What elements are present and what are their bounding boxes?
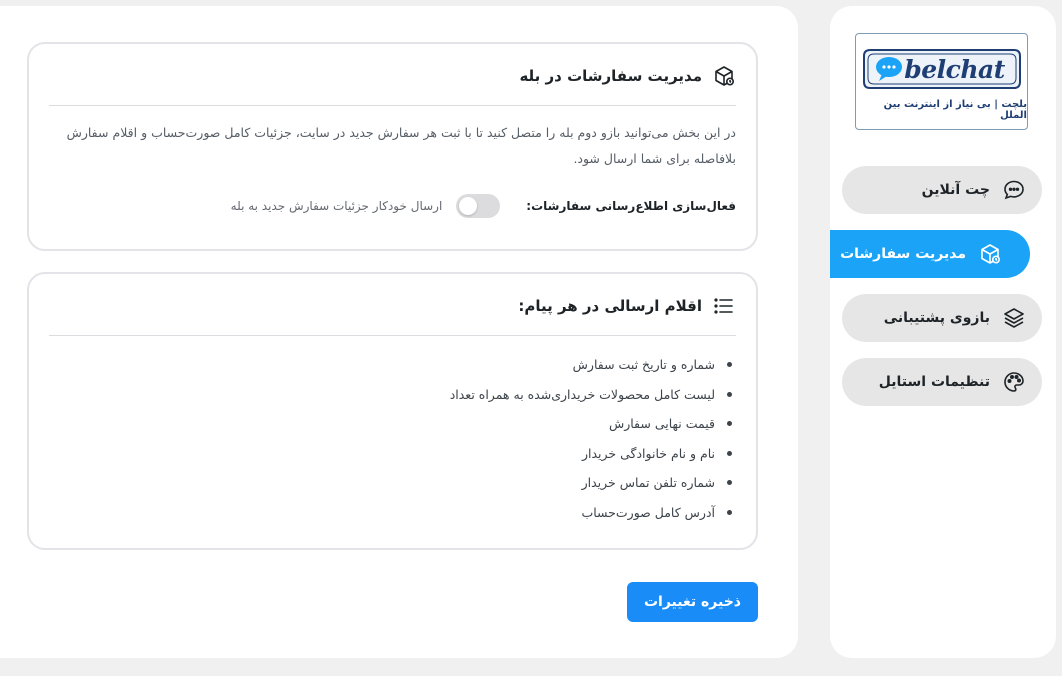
bullet: [727, 450, 732, 456]
divider: [49, 335, 736, 336]
card-title: مدیریت سفارشات در بله: [519, 67, 702, 85]
order-notification-toggle[interactable]: [456, 194, 501, 218]
toggle-hint: ارسال خودکار جزئیات سفارش جدید به بله: [230, 199, 443, 213]
sidebar-item-online-chat[interactable]: چت آنلاین: [842, 166, 1042, 214]
chat-bubble-icon: [1002, 178, 1026, 202]
package-icon: [712, 64, 736, 88]
card-title: اقلام ارسالی در هر پیام:: [518, 297, 702, 315]
list-item: آدرس کامل صورت‌حساب: [450, 498, 732, 528]
toggle-label: فعال‌سازی اطلاع‌رسانی سفارشات:: [526, 199, 736, 213]
bullet: [727, 391, 732, 397]
list-item-text: شماره تلفن تماس خریدار: [581, 475, 715, 490]
card-header: اقلام ارسالی در هر پیام:: [49, 294, 736, 318]
bullet: [727, 421, 732, 427]
logo-wordmark: belchat: [904, 54, 1005, 84]
main-panel: مدیریت سفارشات در بله در این بخش می‌توان…: [0, 6, 798, 658]
sidebar: belchat بلچت | بی نیاز از اینترنت بین ال…: [830, 6, 1056, 658]
list-item: قیمت نهایی سفارش: [450, 409, 732, 439]
message-items-list: شماره و تاریخ ثبت سفارش لیست کامل محصولا…: [450, 350, 732, 527]
notification-toggle-row: فعال‌سازی اطلاع‌رسانی سفارشات: ارسال خود…: [49, 194, 736, 218]
card-header: مدیریت سفارشات در بله: [49, 64, 736, 88]
sidebar-item-label: تنظیمات استایل: [878, 374, 990, 390]
brand-logo: belchat بلچت | بی نیاز از اینترنت بین ال…: [855, 33, 1028, 130]
list-item-text: شماره و تاریخ ثبت سفارش: [572, 357, 715, 372]
list-item-text: لیست کامل محصولات خریداری‌شده به همراه ت…: [449, 386, 715, 402]
bullet: [727, 509, 732, 515]
toggle-knob: [459, 197, 478, 215]
list-item-text: آدرس کامل صورت‌حساب: [581, 504, 715, 520]
sidebar-item-support-bot[interactable]: بازوی پشتیبانی: [842, 294, 1042, 342]
list-item: لیست کامل محصولات خریداری‌شده به همراه ت…: [450, 380, 732, 410]
bullet: [727, 480, 732, 486]
sidebar-item-label: بازوی پشتیبانی: [883, 310, 990, 326]
logo-banner: belchat: [860, 42, 1024, 96]
sidebar-item-label: چت آنلاین: [921, 182, 990, 198]
orders-settings-card: مدیریت سفارشات در بله در این بخش می‌توان…: [27, 42, 758, 251]
bullet: [727, 362, 732, 368]
palette-icon: [1002, 370, 1026, 394]
save-changes-button[interactable]: ذخیره تغییرات: [627, 582, 758, 622]
card-description: در این بخش می‌توانید بازو دوم بله را متص…: [66, 125, 736, 166]
message-items-card: اقلام ارسالی در هر پیام: شماره و تاریخ ث…: [27, 272, 758, 550]
list-item-text: قیمت نهایی سفارش: [608, 416, 715, 431]
logo-caption: بلچت | بی نیاز از اینترنت بین الملل: [883, 99, 1027, 121]
sidebar-item-order-management[interactable]: مدیریت سفارشات: [830, 230, 1030, 278]
sidebar-item-label: مدیریت سفارشات: [840, 246, 966, 262]
list-item: شماره تلفن تماس خریدار: [450, 468, 732, 498]
list-item: نام و نام خانوادگی خریدار: [450, 439, 732, 469]
list-item: شماره و تاریخ ثبت سفارش: [450, 350, 732, 380]
divider: [49, 105, 736, 106]
layers-icon: [1002, 306, 1026, 330]
sidebar-item-style-settings[interactable]: تنظیمات استایل: [842, 358, 1042, 406]
package-icon: [978, 242, 1002, 266]
list-icon: [712, 294, 736, 318]
list-item-text: نام و نام خانوادگی خریدار: [581, 445, 715, 461]
chat-bubble-icon: [875, 57, 902, 81]
